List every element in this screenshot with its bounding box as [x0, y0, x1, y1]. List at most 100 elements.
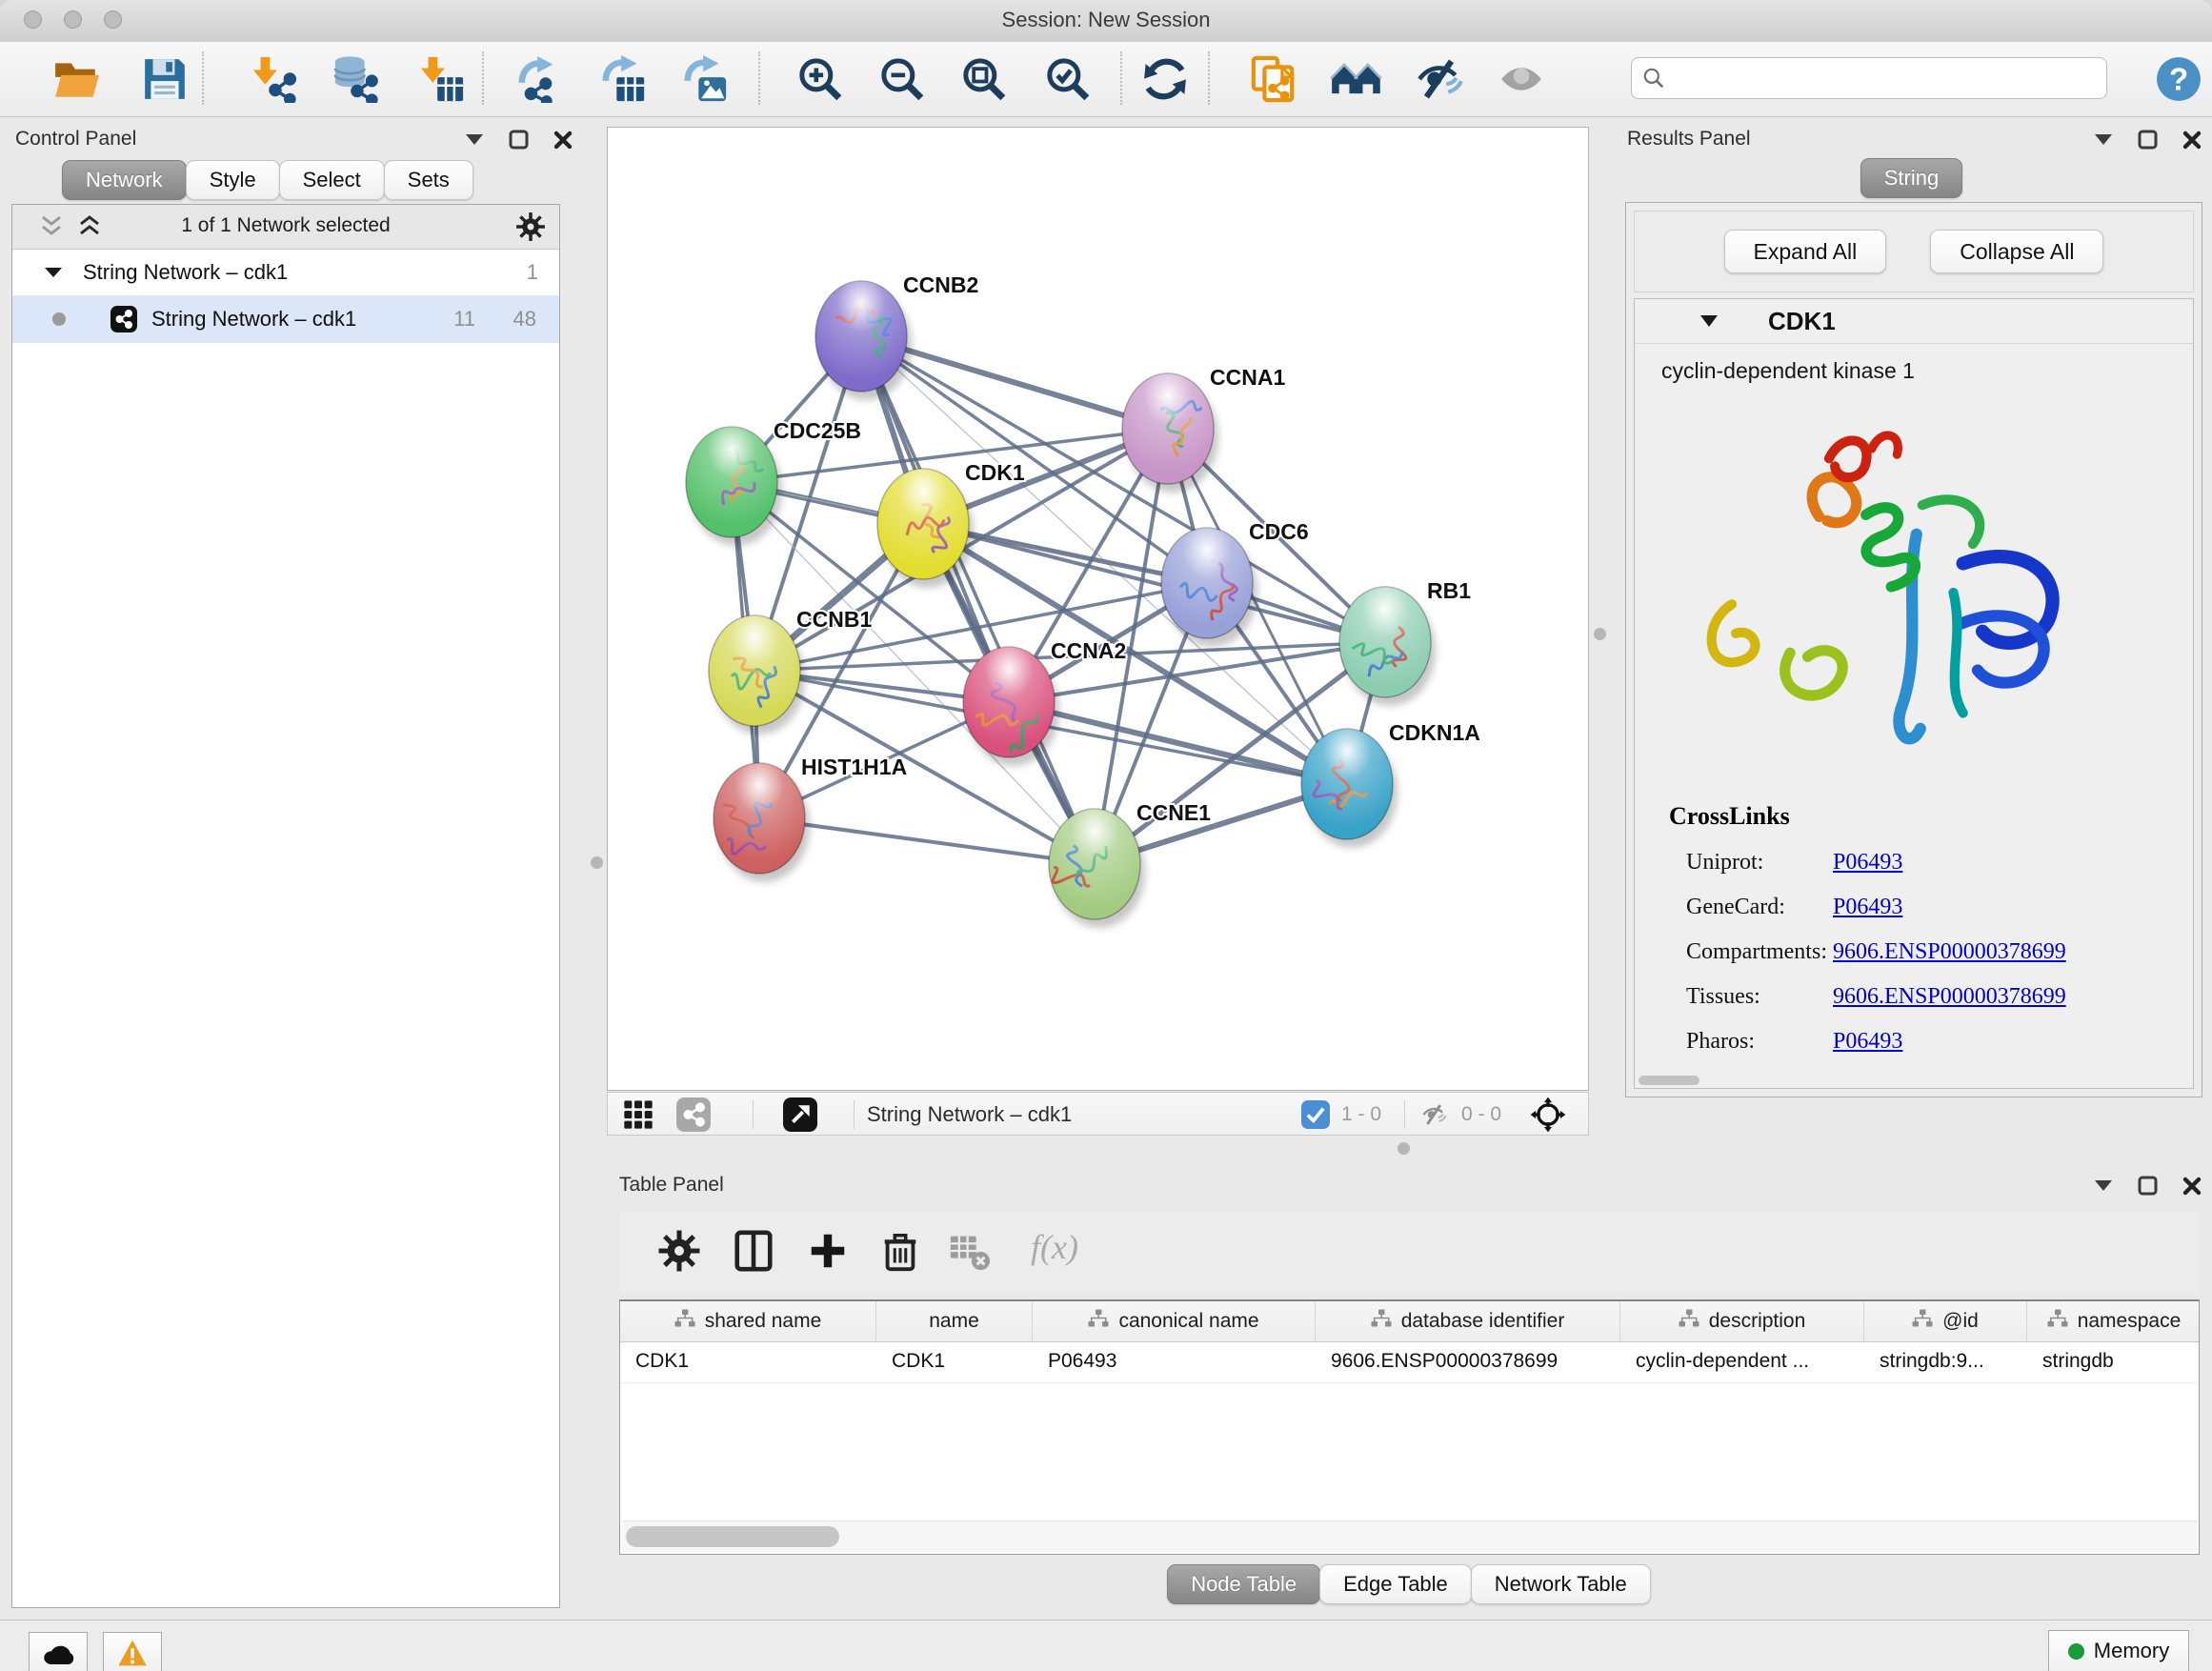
- network-node-RB1[interactable]: RB1: [1339, 578, 1471, 706]
- scrollbar-thumb[interactable]: [626, 1526, 839, 1547]
- open-folder-icon[interactable]: [53, 55, 101, 103]
- tab-style[interactable]: Style: [186, 160, 280, 200]
- table-horizontal-scrollbar[interactable]: [622, 1520, 2197, 1552]
- import-database-icon[interactable]: [332, 55, 379, 103]
- network-node-CCNB1[interactable]: CCNB1: [709, 607, 872, 735]
- save-icon[interactable]: [141, 55, 189, 103]
- help-icon[interactable]: ?: [2155, 55, 2202, 103]
- crosslink-link[interactable]: P06493: [1833, 895, 1902, 920]
- column-header--id[interactable]: @id: [1864, 1301, 2027, 1341]
- show-columns-icon[interactable]: [732, 1229, 775, 1273]
- node-label: CCNB1: [796, 607, 872, 632]
- zoom-in-icon[interactable]: [796, 55, 844, 103]
- column-header-description[interactable]: description: [1620, 1301, 1864, 1341]
- selected-checkbox-icon[interactable]: [1301, 1100, 1330, 1129]
- float-panel-icon[interactable]: [509, 130, 529, 150]
- birdseye-crosshair-icon[interactable]: [1530, 1097, 1566, 1133]
- table-tabs: Node Table Edge Table Network Table: [607, 1564, 2212, 1604]
- network-tree-child-row[interactable]: String Network – cdk1 11 48: [12, 295, 559, 343]
- collapse-panel-icon[interactable]: [2094, 1179, 2113, 1192]
- network-node-CDKN1A[interactable]: CDKN1A: [1301, 720, 1480, 848]
- results-scrollbar-thumb[interactable]: [1639, 1076, 1699, 1085]
- crosslink-link[interactable]: P06493: [1833, 1029, 1902, 1055]
- node-label: RB1: [1427, 578, 1471, 603]
- tab-edge-table[interactable]: Edge Table: [1319, 1564, 1472, 1604]
- collapse-panel-icon[interactable]: [2094, 133, 2113, 146]
- warning-button[interactable]: [103, 1632, 162, 1671]
- network-node-HIST1H1A[interactable]: HIST1H1A: [714, 755, 907, 882]
- section-collapse-icon[interactable]: [1699, 314, 1719, 328]
- network-list-gear-icon[interactable]: [515, 211, 546, 242]
- column-header-database-identifier[interactable]: database identifier: [1316, 1301, 1620, 1341]
- bottom-splitter-handle[interactable]: [1398, 1142, 1410, 1155]
- expand-all-button[interactable]: Expand All: [1724, 230, 1887, 273]
- import-table-icon[interactable]: [417, 55, 465, 103]
- tab-network[interactable]: Network: [62, 160, 187, 200]
- network-canvas[interactable]: CCNB2CCNA1CDC25BCDK1CDC6RB1CCNB1CCNA2CDK…: [607, 127, 1589, 1091]
- tab-node-table[interactable]: Node Table: [1167, 1564, 1320, 1604]
- gene-section-header[interactable]: CDK1: [1635, 299, 2193, 344]
- tab-sets[interactable]: Sets: [384, 160, 473, 200]
- toolbar-separator: [1404, 1100, 1405, 1129]
- column-header-namespace[interactable]: namespace: [2027, 1301, 2200, 1341]
- network-share-icon[interactable]: [676, 1097, 711, 1132]
- control-panel-tabs: Network Style Select Sets: [63, 160, 473, 200]
- crosslink-link[interactable]: 9606.ENSP00000378699: [1833, 984, 2066, 1010]
- network-selection-status: 1 of 1 Network selected: [12, 214, 559, 237]
- crosslink-link[interactable]: P06493: [1833, 850, 1902, 876]
- table-gear-icon[interactable]: [657, 1229, 701, 1273]
- right-splitter-handle[interactable]: [1594, 628, 1606, 640]
- grid-view-icon[interactable]: [623, 1099, 654, 1130]
- column-type-icon: [674, 1309, 695, 1334]
- collapse-all-button[interactable]: Collapse All: [1930, 230, 2103, 273]
- show-all-icon[interactable]: [1498, 55, 1545, 103]
- memory-button[interactable]: Memory: [2048, 1630, 2189, 1671]
- crosslink-row: Compartments:9606.ENSP00000378699: [1635, 934, 2185, 978]
- open-in-new-window-icon[interactable]: [783, 1097, 817, 1132]
- zoom-out-icon[interactable]: [878, 55, 926, 103]
- network-status-dot: [52, 312, 66, 326]
- export-table-icon[interactable]: [600, 55, 648, 103]
- add-column-icon[interactable]: [806, 1229, 850, 1273]
- network-node-CCNE1[interactable]: CCNE1: [1046, 800, 1211, 928]
- clone-network-icon[interactable]: [1250, 55, 1297, 103]
- table-row[interactable]: CDK1CDK1P064939606.ENSP00000378699cyclin…: [620, 1342, 2199, 1383]
- tab-string[interactable]: String: [1860, 158, 1962, 198]
- table-cell: 9606.ENSP00000378699: [1316, 1342, 1620, 1382]
- cloud-button[interactable]: [29, 1632, 88, 1671]
- refresh-icon[interactable]: [1141, 55, 1189, 103]
- column-header-shared-name[interactable]: shared name: [620, 1301, 876, 1341]
- results-panel-title: Results Panel: [1627, 128, 1751, 151]
- zoom-selected-icon[interactable]: [1044, 55, 1092, 103]
- edge-CCNB2-CCNE1[interactable]: [861, 336, 1095, 864]
- tree-expand-icon[interactable]: [45, 267, 62, 278]
- network-tree-parent-row[interactable]: String Network – cdk1 1: [12, 250, 559, 295]
- float-panel-icon[interactable]: [2138, 130, 2158, 150]
- left-splitter-handle[interactable]: [591, 856, 603, 869]
- export-network-icon[interactable]: [516, 55, 564, 103]
- column-type-icon: [2047, 1309, 2068, 1334]
- tab-select[interactable]: Select: [279, 160, 385, 200]
- column-header-name[interactable]: name: [876, 1301, 1033, 1341]
- column-header-canonical-name[interactable]: canonical name: [1033, 1301, 1316, 1341]
- search-input[interactable]: [1674, 66, 2097, 91]
- search-field: [1631, 57, 2107, 99]
- column-header-label: @id: [1942, 1310, 1979, 1333]
- zoom-fit-icon[interactable]: [960, 55, 1008, 103]
- table-cell: CDK1: [876, 1342, 1033, 1382]
- close-panel-icon[interactable]: [553, 131, 573, 150]
- hide-selected-icon[interactable]: [1416, 55, 1463, 103]
- close-panel-icon[interactable]: [2182, 131, 2202, 150]
- import-network-icon[interactable]: [250, 55, 297, 103]
- delete-column-icon[interactable]: [878, 1229, 922, 1273]
- collapse-panel-icon[interactable]: [465, 133, 484, 146]
- network-node-CCNB2[interactable]: CCNB2: [815, 272, 978, 400]
- column-header-label: namespace: [2078, 1310, 2182, 1333]
- float-panel-icon[interactable]: [2138, 1176, 2158, 1196]
- export-image-icon[interactable]: [682, 55, 730, 103]
- close-panel-icon[interactable]: [2182, 1177, 2202, 1196]
- crosslink-link[interactable]: 9606.ENSP00000378699: [1833, 939, 2066, 965]
- neighbors-houses-icon[interactable]: [1330, 55, 1383, 103]
- tab-network-table[interactable]: Network Table: [1471, 1564, 1651, 1604]
- network-node-CCNA1[interactable]: CCNA1: [1122, 365, 1285, 493]
